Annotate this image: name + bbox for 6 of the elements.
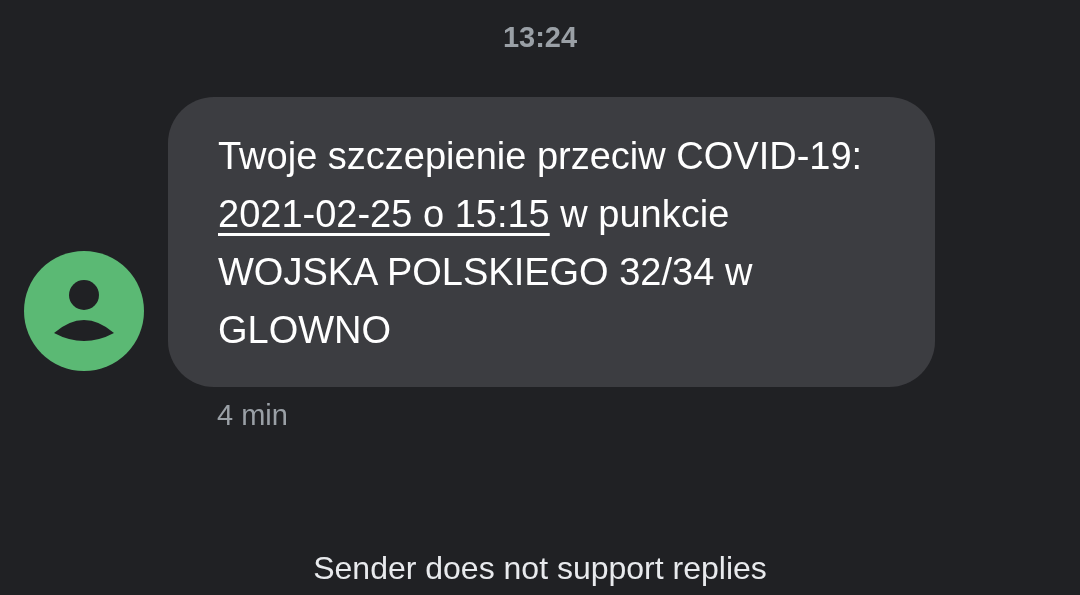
time-header: 13:24 — [502, 21, 578, 55]
message-timestamp: 4 min — [217, 399, 289, 432]
message-text: Twoje szczepienie przeciw COVID-19: 2021-02-25 o 15:15 w punkcie WOJSKA POLSKIEGO 32/34 w GLOWNO — [218, 135, 863, 351]
date-link[interactable]: 2021-02-25 o 15:15 — [218, 193, 550, 235]
avatar-icon — [24, 251, 144, 371]
no-reply-notice: Sender does not support replies — [313, 550, 767, 587]
